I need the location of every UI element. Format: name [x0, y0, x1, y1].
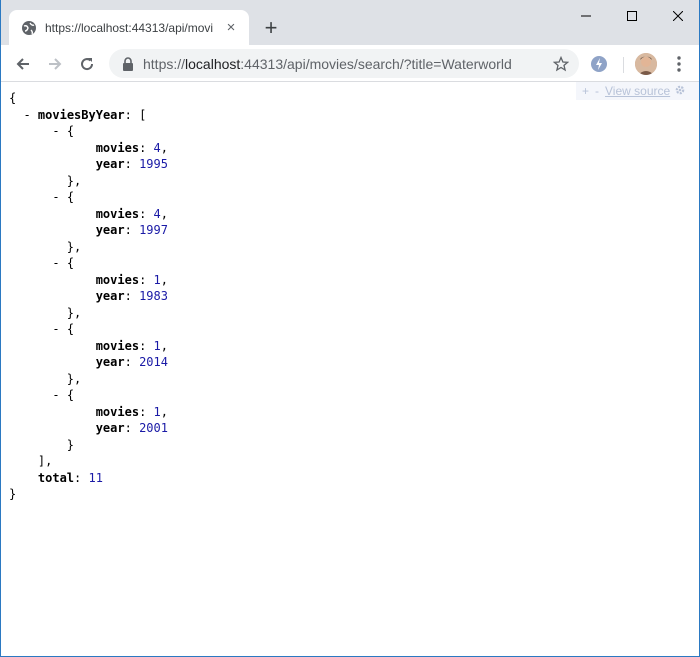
- collapse-toggle[interactable]: -: [52, 256, 59, 270]
- address-bar[interactable]: https://localhost:44313/api/movies/searc…: [109, 49, 579, 78]
- minimize-button[interactable]: [563, 0, 609, 32]
- browser-menu-button[interactable]: [669, 53, 689, 75]
- tab-strip: https://localhost:44313/api/movi × +: [1, 0, 699, 45]
- maximize-icon: [627, 11, 637, 21]
- bookmark-star-icon[interactable]: [551, 54, 571, 74]
- json-key: movies: [95, 338, 140, 353]
- json-key: year: [95, 289, 125, 303]
- json-number: 2001: [139, 421, 168, 435]
- tab-close-icon[interactable]: ×: [223, 19, 239, 36]
- profile-avatar[interactable]: [635, 53, 657, 75]
- json-number: 1: [153, 404, 161, 419]
- json-key: year: [95, 223, 125, 237]
- globe-icon: [21, 20, 37, 36]
- reload-button[interactable]: [73, 50, 101, 78]
- back-button[interactable]: [9, 50, 37, 78]
- collapse-toggle[interactable]: -: [52, 190, 59, 204]
- collapse-toggle[interactable]: -: [23, 108, 30, 122]
- json-key: movies: [95, 404, 140, 419]
- forward-button[interactable]: [41, 50, 69, 78]
- json-document: { - moviesByYear: [ - { movies: 4, year:…: [9, 91, 168, 501]
- arrow-right-icon: [49, 58, 62, 70]
- json-close-brace: }: [9, 487, 17, 501]
- collapse-toggle[interactable]: -: [52, 124, 59, 138]
- browser-toolbar: https://localhost:44313/api/movies/searc…: [1, 45, 699, 82]
- json-key: year: [95, 421, 125, 435]
- json-number: 1997: [139, 223, 168, 237]
- json-key: total: [37, 470, 75, 485]
- gear-icon[interactable]: [674, 84, 686, 99]
- json-key: moviesByYear: [37, 107, 125, 122]
- json-number: 1995: [139, 157, 168, 171]
- active-tab[interactable]: https://localhost:44313/api/movi ×: [9, 10, 249, 45]
- collapse-toggle[interactable]: -: [52, 388, 59, 402]
- close-window-button[interactable]: [655, 0, 699, 32]
- url-host: localhost: [185, 55, 241, 72]
- url-text: https://localhost:44313/api/movies/searc…: [143, 56, 512, 72]
- json-number: 2014: [139, 355, 168, 369]
- extension-icon[interactable]: [589, 54, 609, 74]
- json-key: year: [95, 157, 125, 171]
- view-source-link[interactable]: View source: [605, 84, 670, 98]
- reload-icon: [81, 58, 94, 71]
- json-key: movies: [95, 206, 140, 221]
- json-key: movies: [95, 140, 140, 155]
- json-number: 1: [153, 272, 161, 287]
- new-tab-button[interactable]: +: [259, 16, 283, 40]
- collapse-all-button[interactable]: -: [595, 84, 599, 98]
- collapse-toggle[interactable]: -: [52, 322, 59, 336]
- arrow-left-icon: [16, 58, 29, 70]
- json-number: 11: [88, 470, 103, 485]
- json-open-brace: {: [9, 91, 17, 105]
- expand-all-button[interactable]: +: [582, 84, 589, 98]
- json-number: 1983: [139, 289, 168, 303]
- json-viewer-controls: + - View source: [576, 82, 699, 100]
- json-number: 4: [153, 206, 161, 221]
- json-key: movies: [95, 272, 140, 287]
- url-scheme: https://: [143, 55, 186, 72]
- browser-window: https://localhost:44313/api/movi × + htt…: [0, 0, 700, 657]
- more-vert-icon: [677, 56, 681, 72]
- url-rest: :44313/api/movies/search/?title=Waterwor…: [240, 55, 512, 72]
- json-number: 1: [153, 338, 161, 353]
- json-key: year: [95, 355, 125, 369]
- toolbar-divider: [623, 57, 624, 73]
- minimize-icon: [581, 15, 591, 17]
- maximize-button[interactable]: [609, 0, 655, 32]
- json-number: 4: [153, 140, 161, 155]
- lock-icon: [121, 56, 135, 71]
- tab-title: https://localhost:44313/api/movi: [45, 20, 214, 35]
- close-icon: [673, 11, 683, 21]
